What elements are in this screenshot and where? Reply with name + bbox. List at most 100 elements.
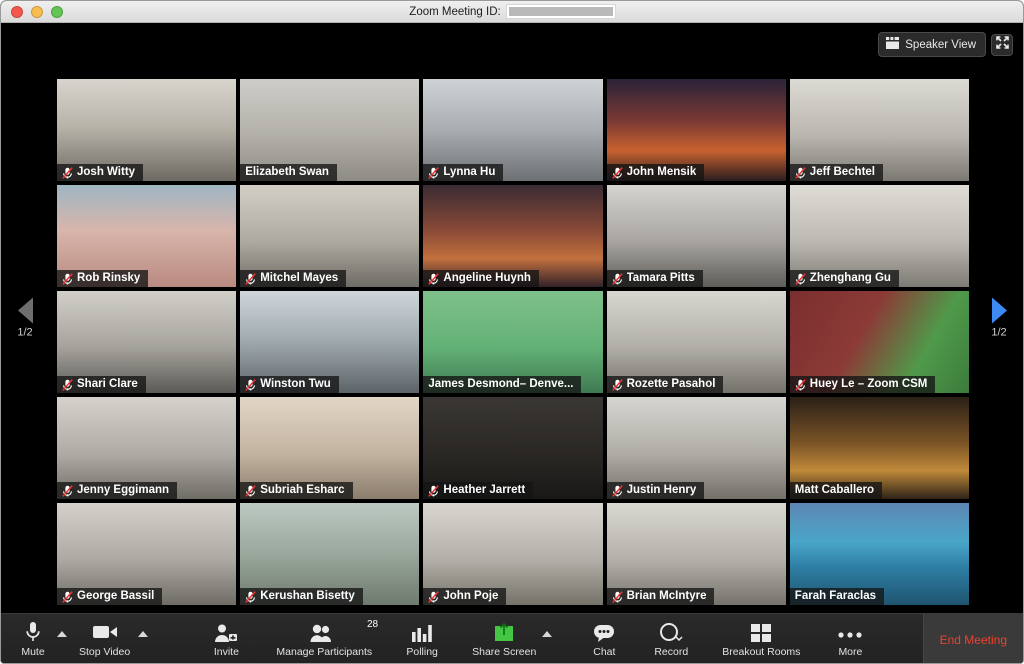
polling-button[interactable]: Polling (402, 621, 442, 658)
participant-name-bar: Zhenghang Gu (789, 270, 899, 287)
participant-name: Winston Twu (260, 378, 331, 390)
page-indicator-right: 1/2 (991, 326, 1007, 339)
muted-microphone-icon (611, 378, 623, 391)
maximize-button[interactable] (51, 5, 63, 18)
muted-microphone-icon (428, 166, 440, 179)
participant-tile[interactable]: Huey Le – Zoom CSM (789, 291, 969, 393)
participant-name: Brian McIntyre (626, 590, 707, 602)
muted-microphone-icon (795, 166, 806, 179)
manage-participants-button[interactable]: 28 Manage Participants (272, 619, 378, 658)
audio-options-caret-icon[interactable] (57, 630, 67, 637)
fullscreen-button[interactable] (991, 33, 1013, 56)
participant-name: Josh Witty (77, 166, 136, 178)
participant-name-bar: Mitchel Mayes (240, 270, 347, 287)
participant-tile[interactable]: Heather Jarrett (423, 397, 603, 499)
chat-label: Chat (593, 646, 616, 658)
participant-tile[interactable]: George Bassil (57, 503, 237, 605)
participant-name: James Desmond– Denve... (428, 378, 574, 390)
participant-name: Huey Le – Zoom CSM (809, 378, 928, 390)
previous-page-button[interactable]: 1/2 (5, 297, 45, 339)
participant-name: John Poje (443, 590, 499, 602)
participant-name: Zhenghang Gu (809, 272, 891, 284)
participant-name: Tamara Pitts (626, 272, 695, 284)
participant-tile[interactable]: Winston Twu (240, 291, 420, 393)
stop-video-button[interactable]: Stop Video (75, 621, 134, 658)
participant-name: Subriah Esharc (260, 484, 345, 496)
video-options-caret-icon[interactable] (138, 630, 149, 637)
participant-tile[interactable]: Rozette Pasahol (606, 291, 786, 393)
invite-label: Invite (213, 646, 239, 658)
participant-name-bar: Jenny Eggimann (57, 482, 178, 499)
participant-tile[interactable]: Shari Clare (57, 291, 237, 393)
speaker-view-label: Speaker View (905, 38, 976, 51)
muted-microphone-icon (611, 484, 623, 497)
video-camera-icon (92, 621, 118, 643)
chat-button[interactable]: Chat (584, 621, 624, 658)
gallery-grid-icon (886, 37, 900, 52)
muted-microphone-icon (428, 272, 440, 285)
participant-name-bar: John Poje (423, 588, 507, 605)
muted-microphone-icon (611, 272, 623, 285)
participant-tile[interactable]: Kerushan Bisetty (240, 503, 420, 605)
participant-tile[interactable]: Tamara Pitts (606, 185, 786, 287)
end-meeting-button[interactable]: End Meeting (922, 614, 1023, 663)
share-screen-label: Share Screen (472, 646, 537, 658)
participant-name: Shari Clare (77, 378, 138, 390)
mute-button[interactable]: Mute (13, 621, 53, 658)
meeting-id-label: Zoom Meeting ID: (409, 5, 501, 18)
participant-name-bar: Angeline Huynh (423, 270, 539, 287)
participant-name-bar: Subriah Esharc (240, 482, 353, 499)
muted-microphone-icon (62, 484, 73, 497)
participant-tile[interactable]: John Mensik (606, 79, 786, 181)
video-stage: Speaker View 1/2 1/2 Josh Witty Elizabet… (1, 23, 1023, 613)
participant-tile[interactable]: Matt Caballero (789, 397, 969, 499)
participant-name: Kerushan Bisetty (260, 590, 355, 602)
share-screen-button[interactable]: Share Screen (468, 621, 540, 658)
participant-tile[interactable]: James Desmond– Denve... (423, 291, 603, 393)
participant-tile[interactable]: John Poje (423, 503, 603, 605)
chevron-right-icon (991, 297, 1007, 324)
ellipsis-icon (837, 621, 863, 643)
page-indicator-left: 1/2 (17, 326, 33, 339)
participant-tile[interactable]: Josh Witty (57, 79, 237, 181)
participant-tile[interactable]: Angeline Huynh (423, 185, 603, 287)
participant-name-bar: Heather Jarrett (423, 482, 534, 499)
participant-tile[interactable]: Lynna Hu (423, 79, 603, 181)
invite-button[interactable]: Invite (206, 621, 246, 658)
manage-participants-label: Manage Participants (276, 646, 373, 658)
muted-microphone-icon (611, 166, 623, 179)
participant-name-bar: Winston Twu (240, 376, 339, 393)
minimize-button[interactable] (31, 5, 43, 18)
muted-microphone-icon (62, 590, 73, 603)
window-title-bar: Zoom Meeting ID: (1, 1, 1023, 23)
speaker-view-toggle[interactable]: Speaker View (878, 32, 986, 57)
participant-tile[interactable]: Elizabeth Swan (240, 79, 420, 181)
participant-tile[interactable]: Zhenghang Gu (789, 185, 969, 287)
next-page-button[interactable]: 1/2 (979, 297, 1019, 339)
participant-tile[interactable]: Jeff Bechtel (789, 79, 969, 181)
record-button[interactable]: Record (650, 621, 692, 658)
participant-tile[interactable]: Farah Faraclas (789, 503, 969, 605)
stop-video-label: Stop Video (79, 646, 131, 658)
breakout-rooms-button[interactable]: Breakout Rooms (718, 621, 804, 658)
participant-name: John Mensik (626, 166, 697, 178)
record-circle-icon (659, 621, 683, 643)
people-icon: 28 (310, 619, 378, 643)
participant-tile[interactable]: Brian McIntyre (606, 503, 786, 605)
participant-name-bar: Kerushan Bisetty (240, 588, 363, 605)
participant-name-bar: Lynna Hu (423, 164, 504, 181)
participant-tile[interactable]: Mitchel Mayes (240, 185, 420, 287)
participant-tile[interactable]: Justin Henry (606, 397, 786, 499)
more-button[interactable]: More (830, 621, 870, 658)
close-button[interactable] (11, 5, 23, 18)
muted-microphone-icon (62, 378, 73, 391)
participant-tile[interactable]: Subriah Esharc (240, 397, 420, 499)
participant-tile[interactable]: Jenny Eggimann (57, 397, 237, 499)
bar-chart-icon (411, 621, 433, 643)
share-options-caret-icon[interactable] (542, 630, 553, 637)
participant-name-bar: Jeff Bechtel (789, 164, 883, 181)
share-screen-icon (493, 621, 515, 643)
muted-microphone-icon (245, 272, 256, 285)
participant-tile[interactable]: Rob Rinsky (57, 185, 237, 287)
participant-name: Rozette Pasahol (626, 378, 716, 390)
